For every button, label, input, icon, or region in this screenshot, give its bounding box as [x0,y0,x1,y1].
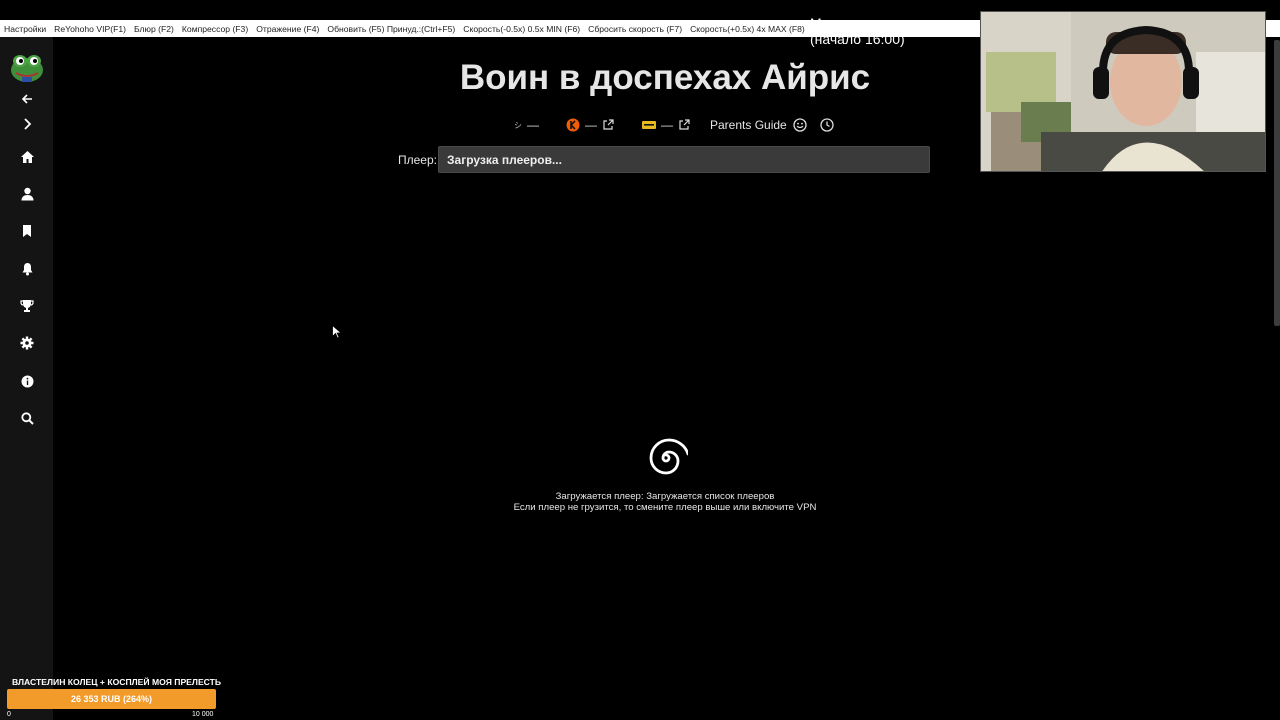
donation-progress-bar: 26 353 RUB (264%) [7,689,216,709]
menu-blur[interactable]: Блюр (F2) [134,24,174,34]
sidebar-item-home[interactable] [14,145,40,169]
donation-min: 0 [7,711,11,718]
menu-refresh[interactable]: Обновить (F5) Принуд.:(Ctrl+F5) [327,24,455,34]
donation-max: 10 000 [192,711,214,718]
trophy-icon [20,300,34,312]
imdb-icon [642,121,656,129]
kinopoisk-icon [566,118,580,132]
search-icon [20,411,34,425]
shikimori-icon: シ [514,120,522,130]
parents-guide-group: Parents Guide [710,116,834,134]
chevron-right-icon [24,118,32,130]
external-link-icon[interactable] [678,119,690,131]
loading-status-text: Загружается плеер: Загружается список пл… [555,491,775,502]
mouse-cursor-icon [332,325,341,339]
loading-spinner-icon [649,438,688,475]
bell-icon [22,263,32,276]
sidebar-item-info[interactable] [14,369,40,393]
menu-compressor[interactable]: Компрессор (F3) [182,24,248,34]
smiley-icon[interactable] [793,118,807,132]
rating-shikimori: シ — [514,116,544,134]
page-scrollbar[interactable] [1274,40,1280,326]
user-icon [21,187,33,201]
gear-icon [20,336,34,350]
menu-mirror[interactable]: Отражение (F4) [256,24,319,34]
menu-vip[interactable]: ReYohoho VIP(F1) [54,24,126,34]
clock-icon[interactable] [820,118,834,132]
rating-kinopoisk-value: — [585,118,597,132]
loading-hint-text: Если плеер не грузится, то смените плеер… [513,502,817,513]
sidebar-item-notifications[interactable] [14,257,40,281]
sidebar-item-search[interactable] [14,406,40,430]
sidebar-item-settings[interactable] [14,331,40,355]
external-link-icon[interactable] [602,119,614,131]
parents-guide-link[interactable]: Parents Guide [710,118,787,132]
bookmark-icon [23,225,31,237]
page-title: Воин в доспехах Айрис [459,58,871,97]
expand-sidebar-button[interactable] [14,112,40,136]
menu-settings[interactable]: Настройки [4,24,46,34]
home-icon [20,151,34,163]
donation-amount: 26 353 RUB (264%) [70,694,153,704]
donation-goal-title: ВЛАСТЕЛИН КОЛЕЦ + КОСПЛЕЙ МОЯ ПРЕЛЕСТЬ [12,677,222,687]
menu-speed-down[interactable]: Скорость(-0.5x) 0.5x MIN (F6) [463,24,580,34]
overlay-start-time: (начало 16:00) [810,31,905,47]
rating-shikimori-value: — [527,118,539,132]
stream-overlay-text: М... ... (начало 16:00) [810,14,955,48]
player-label: Плеер: [398,153,437,167]
sidebar-item-bookmarks[interactable] [14,219,40,243]
sidebar-item-profile[interactable] [14,182,40,206]
sidebar-item-achievements[interactable] [14,294,40,318]
player-select[interactable]: Загрузка плееров... [438,146,930,173]
sidebar [0,37,53,720]
rating-imdb: — [642,116,690,134]
rating-imdb-value: — [661,118,673,132]
rating-kinopoisk: — [566,116,614,134]
info-icon [21,375,33,387]
menu-speed-reset[interactable]: Сбросить скорость (F7) [588,24,682,34]
menu-speed-up[interactable]: Скорость(+0.5x) 4x MAX (F8) [690,24,805,34]
